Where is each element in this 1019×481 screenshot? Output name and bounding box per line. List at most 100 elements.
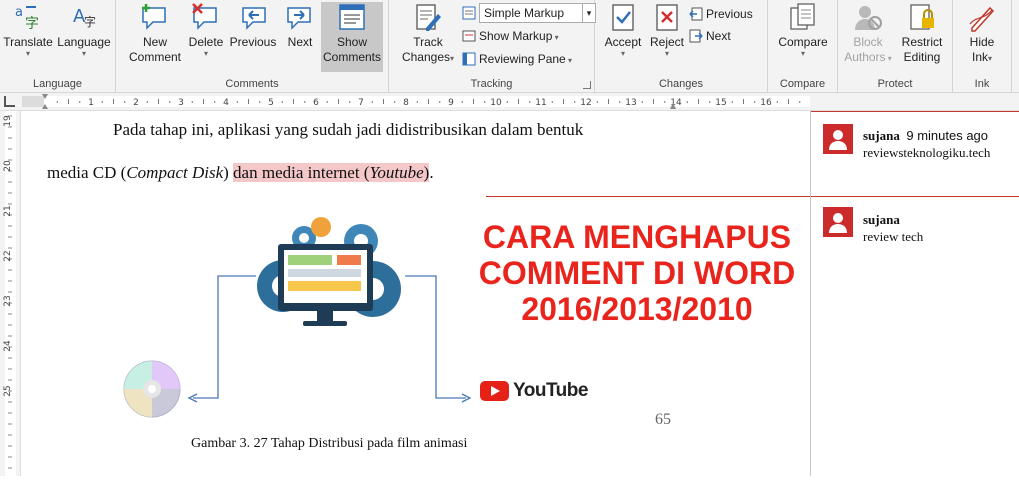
chevron-down-icon: ▾ — [800, 49, 805, 58]
chevron-down-icon: ▾ — [988, 54, 993, 63]
monitor-icon — [278, 244, 373, 326]
accept-button[interactable]: Accept ▾ — [601, 2, 645, 58]
hide-ink-button[interactable]: Hide Ink▾ — [955, 2, 1009, 66]
next-change-button[interactable]: Next — [689, 26, 731, 46]
previous-change-icon — [689, 7, 703, 21]
ruler-number: 24 — [3, 340, 13, 352]
ruler-ticks: 1 2 3 4 5 6 7 8 9 10 11 12 13 14 15 16 — [22, 94, 810, 109]
delete-comment-icon — [190, 2, 222, 32]
group-label: Tracking — [470, 78, 513, 90]
svg-text:a: a — [15, 5, 23, 20]
ruler-number: 2 — [133, 98, 139, 108]
reject-button[interactable]: Reject ▾ — [647, 2, 687, 58]
language-icon: A字 — [68, 2, 100, 32]
previous-comment-button[interactable]: Previous — [227, 2, 279, 50]
figure-caption: Gambar 3. 27 Tahap Distribusi pada film … — [191, 436, 468, 451]
ruler-number: 3 — [178, 98, 184, 108]
block-authors-icon — [852, 2, 884, 32]
ruler-track: 1 2 3 4 5 6 7 8 9 10 11 12 13 14 15 16 — [22, 93, 810, 110]
group-label: Protect — [877, 78, 913, 90]
previous-change-button[interactable]: Previous — [689, 4, 753, 24]
chevron-down-icon: ▾ — [620, 49, 625, 58]
chevron-down-icon: ▾ — [25, 49, 30, 58]
ruler-number: 1 — [88, 98, 94, 108]
restrict-editing-button[interactable]: Restrict Editing — [896, 2, 948, 65]
next-comment-button[interactable]: Next — [281, 2, 319, 50]
ruler-number: 8 — [403, 98, 409, 108]
ruler-number: 15 — [715, 98, 726, 108]
cd-disc-icon — [123, 360, 181, 418]
language-button[interactable]: A字 Language ▾ — [56, 2, 112, 58]
reviewing-pane-icon — [462, 52, 476, 66]
document-page[interactable]: Pada tahap ini, aplikasi yang sudah jadi… — [21, 111, 809, 476]
chevron-down-icon: ▾ — [203, 49, 208, 58]
chevron-down-icon: ▾ — [81, 49, 86, 58]
chevron-down-icon: ▾ — [885, 54, 892, 63]
translate-icon: a字 — [12, 2, 44, 32]
group-ink: Hide Ink▾ Ink — [953, 0, 1012, 92]
show-markup-button[interactable]: Show Markup ▾ — [462, 26, 559, 46]
show-comments-button[interactable]: Show Comments — [321, 2, 383, 72]
vertical-ruler[interactable]: 19 20 21 22 23 24 25 — [0, 111, 21, 476]
group-label: Ink — [974, 78, 990, 90]
youtube-logo-icon — [480, 381, 509, 401]
reviewing-pane-button[interactable]: Reviewing Pane ▾ — [462, 49, 572, 69]
comment-balloon[interactable]: sujana review tech — [811, 205, 1019, 255]
ribbon: a字 Translate ▾ A字 Language ▾ Language Ne… — [0, 0, 1019, 93]
comment-header: sujana 9 minutes ago — [863, 128, 989, 143]
ruler-number: 12 — [580, 98, 591, 108]
tab-selector-icon[interactable] — [4, 96, 15, 107]
ruler-number: 23 — [3, 295, 13, 306]
next-change-icon — [689, 29, 703, 43]
compare-button[interactable]: Compare ▾ — [772, 2, 834, 58]
ruler-number: 9 — [448, 98, 454, 108]
chevron-down-icon: ▾ — [552, 33, 559, 42]
ruler-number: 4 — [223, 98, 229, 108]
ruler-number: 5 — [268, 98, 274, 108]
comment-text[interactable]: review tech — [863, 228, 923, 245]
group-tracking: Track Changes▾ Simple Markup ▾ Show Marku… — [389, 0, 596, 92]
group-label: Compare — [779, 78, 826, 90]
group-changes: Accept ▾ Reject ▾ Previous Next Changes — [595, 0, 768, 92]
markup-icon — [462, 6, 476, 20]
show-comments-icon — [336, 2, 368, 32]
hide-ink-icon — [966, 2, 998, 32]
comment-balloon[interactable]: sujana 9 minutes ago reviewsteknologiku.… — [811, 111, 1019, 197]
youtube-logo-text: YouTube — [513, 380, 588, 401]
show-markup-icon — [462, 29, 476, 43]
horizontal-ruler[interactable]: 1 2 3 4 5 6 7 8 9 10 11 12 13 14 15 16 — [0, 93, 1019, 111]
track-changes-icon — [412, 2, 444, 32]
ruler-number: 21 — [3, 205, 13, 216]
block-authors-button[interactable]: Block Authors ▾ — [842, 2, 894, 66]
svg-text:字: 字 — [84, 14, 96, 29]
ruler-number: 10 — [490, 98, 502, 108]
new-comment-button[interactable]: New Comment — [126, 2, 184, 65]
display-for-review-select[interactable]: Simple Markup ▾ — [462, 3, 596, 23]
ruler-number: 19 — [3, 115, 13, 127]
translate-button[interactable]: a字 Translate ▾ — [2, 2, 54, 58]
new-comment-icon — [139, 2, 171, 32]
track-changes-button[interactable]: Track Changes▾ — [397, 2, 459, 66]
group-language: a字 Translate ▾ A字 Language ▾ Language — [0, 0, 116, 92]
user-avatar-icon — [823, 207, 853, 237]
group-comments: New Comment Delete ▾ Previous Next Show … — [116, 0, 389, 92]
ruler-number: 7 — [358, 98, 364, 108]
comment-text[interactable]: reviewsteknologiku.tech — [863, 144, 990, 161]
group-protect: Block Authors ▾ Restrict Editing Protect — [838, 0, 953, 92]
comment-header: sujana — [863, 212, 900, 227]
previous-comment-icon — [237, 2, 269, 32]
vertical-ruler-ticks: 19 20 21 22 23 24 25 — [3, 111, 16, 476]
comment-anchor-line — [486, 196, 810, 197]
delete-comment-button[interactable]: Delete ▾ — [186, 2, 226, 58]
group-label: Comments — [225, 78, 279, 90]
compare-icon — [787, 2, 819, 32]
group-label: Changes — [658, 78, 704, 90]
chevron-down-icon: ▾ — [664, 49, 669, 58]
page-number: 65 — [655, 411, 671, 428]
user-avatar-icon — [823, 124, 853, 154]
chevron-down-icon: ▾ — [565, 56, 572, 65]
ruler-number: 22 — [3, 250, 13, 261]
ruler-number: 20 — [3, 160, 13, 172]
ruler-number: 13 — [625, 98, 636, 108]
group-label: Language — [33, 78, 82, 90]
